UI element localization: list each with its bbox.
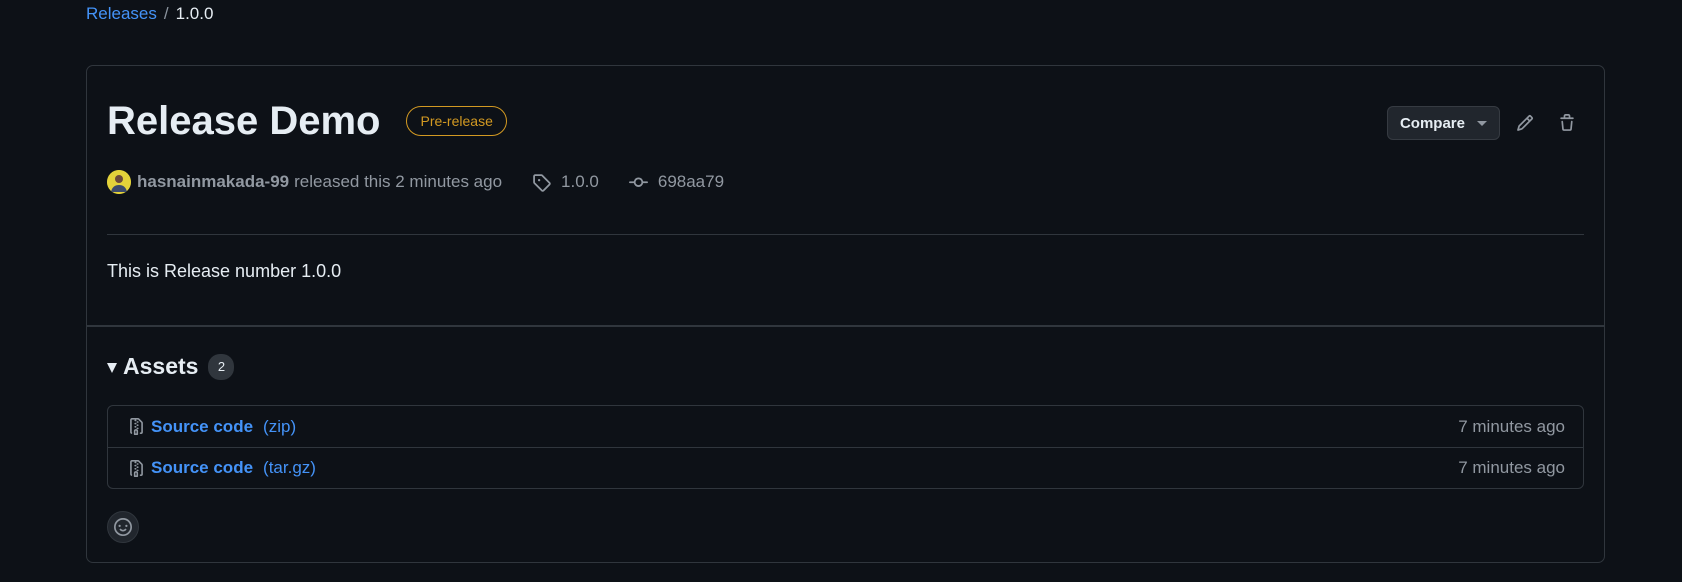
add-reaction-button[interactable] (107, 511, 139, 543)
breadcrumb-separator: / (163, 4, 169, 23)
asset-ext[interactable]: (zip) (263, 417, 296, 437)
release-header: Release Demo Pre-release (107, 96, 507, 146)
file-zip-icon (130, 459, 143, 477)
compare-button[interactable]: Compare (1386, 106, 1500, 140)
tag-label: 1.0.0 (561, 172, 599, 191)
author-link[interactable]: hasnainmakada-99 (137, 172, 289, 192)
asset-ext[interactable]: (tar.gz) (263, 458, 316, 478)
released-text: released this 2 minutes ago (294, 172, 503, 191)
assets-list: Source code (zip) 7 minutes ago Source c… (107, 405, 1584, 489)
release-page: Releases / 1.0.0 Release Demo Pre-releas… (0, 0, 1682, 582)
tag-link[interactable]: 1.0.0 (532, 172, 599, 192)
header-divider (107, 234, 1584, 235)
commit-sha: 698aa79 (657, 172, 725, 191)
assets-title: Assets (123, 353, 199, 379)
commit-icon (628, 176, 648, 187)
tag-icon (533, 173, 551, 192)
asset-time: 7 minutes ago (1458, 416, 1565, 436)
pencil-icon[interactable] (1508, 106, 1542, 140)
file-zip-icon (130, 418, 143, 435)
avatar[interactable] (107, 170, 131, 194)
asset-row: Source code (zip) 7 minutes ago (108, 406, 1583, 447)
trash-icon[interactable] (1550, 106, 1584, 140)
release-title[interactable]: Release Demo (107, 96, 380, 146)
prerelease-badge: Pre-release (406, 106, 507, 136)
breadcrumb-releases-link[interactable]: Releases (86, 3, 157, 25)
section-divider (87, 325, 1604, 327)
asset-row: Source code (tar.gz) 7 minutes ago (108, 447, 1583, 488)
asset-link-targz[interactable]: Source code (151, 458, 253, 478)
asset-link-zip[interactable]: Source code (151, 417, 253, 437)
breadcrumb: Releases / 1.0.0 (86, 3, 213, 25)
release-meta: hasnainmakada-99 released this 2 minutes… (107, 170, 724, 194)
commit-link[interactable]: 698aa79 (628, 172, 725, 192)
assets-toggle[interactable]: Assets 2 (107, 353, 235, 380)
asset-time: 7 minutes ago (1458, 458, 1565, 477)
chevron-down-icon (1477, 120, 1487, 126)
release-actions: Compare (1386, 106, 1584, 140)
assets-count-badge: 2 (208, 353, 235, 380)
release-card: Release Demo Pre-release Compare hasnain… (86, 65, 1605, 563)
breadcrumb-current: 1.0.0 (175, 4, 214, 23)
release-body: This is Release number 1.0.0 (107, 261, 342, 281)
triangle-down-icon (107, 362, 117, 373)
compare-label: Compare (1399, 114, 1465, 132)
smiley-icon (114, 518, 132, 536)
